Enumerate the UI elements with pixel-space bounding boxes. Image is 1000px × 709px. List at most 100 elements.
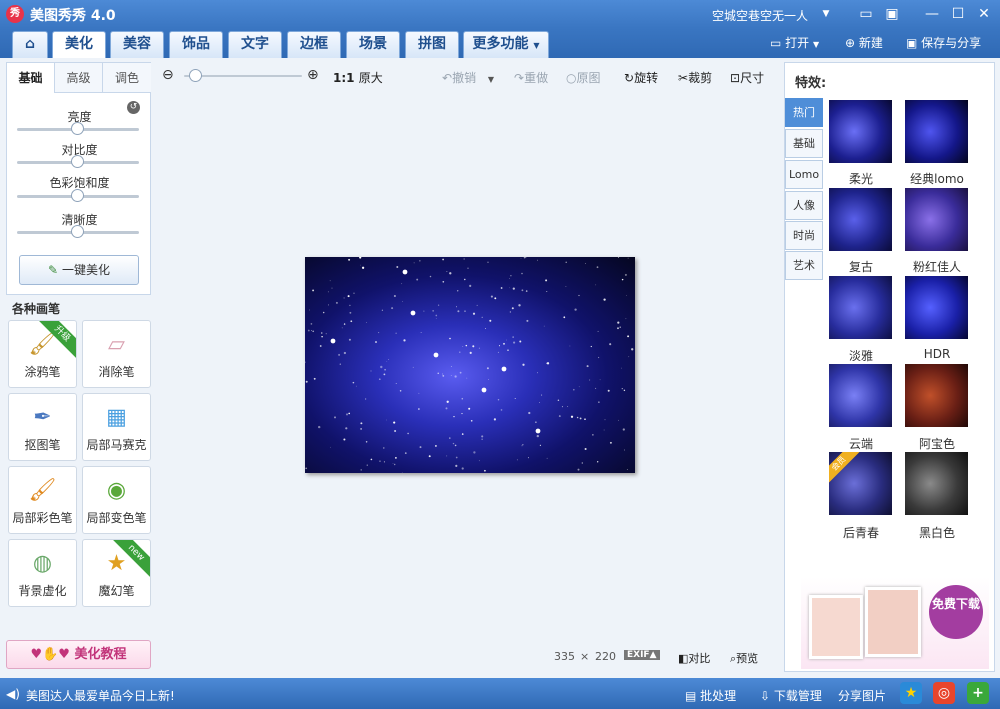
tab-text[interactable]: 文字 xyxy=(228,31,282,58)
paint-bucket-icon: ◉ xyxy=(106,478,127,503)
new-label: 新建 xyxy=(858,36,883,50)
undo-label: 撤销 xyxy=(452,71,477,85)
title-bar: 秀 美图秀秀 4.0 空城空巷空无一人 ▼ ▭ ▣ — ☐ ✕ xyxy=(0,0,1000,28)
effect-cat-fashion[interactable]: 时尚 xyxy=(785,221,823,250)
weibo-icon[interactable]: ◎ xyxy=(933,682,955,704)
minimize-icon[interactable]: — xyxy=(922,4,942,24)
effect-cat-art[interactable]: 艺术 xyxy=(785,251,823,280)
slider-knob[interactable] xyxy=(71,225,84,238)
contrast-slider[interactable] xyxy=(17,155,139,168)
chevron-down-icon: ▼ xyxy=(533,41,540,50)
user-name[interactable]: 空城空巷空无一人 xyxy=(712,7,808,24)
zoom-slider[interactable] xyxy=(184,69,302,82)
close-icon[interactable]: ✕ xyxy=(974,4,994,24)
effect-thumb-retro[interactable] xyxy=(829,188,892,251)
slider-knob[interactable] xyxy=(71,189,84,202)
qzone-icon[interactable]: ★ xyxy=(900,682,922,704)
tab-beautify[interactable]: 美化 xyxy=(52,31,106,58)
download-manager-button[interactable]: ⇩ 下载管理 xyxy=(760,687,822,704)
tab-more[interactable]: 更多功能 ▼ xyxy=(463,31,549,58)
skin-icon[interactable]: ▣ xyxy=(882,4,902,24)
brush-doodle[interactable]: 🖌 涂鸦笔 升级 xyxy=(8,320,77,388)
subtab-advanced[interactable]: 高级 xyxy=(55,63,103,93)
effect-cat-portrait[interactable]: 人像 xyxy=(785,191,823,220)
effect-thumb-youth[interactable]: 会员 xyxy=(829,452,892,515)
zoom-out-icon[interactable]: ⊖ xyxy=(162,67,174,83)
blur-icon: ◍ xyxy=(32,551,53,576)
image-height: 220 xyxy=(595,650,616,663)
saturation-slider[interactable] xyxy=(17,189,139,202)
exif-button[interactable]: EXIF▲ xyxy=(624,650,660,660)
brush-recolor[interactable]: ◉ 局部变色笔 xyxy=(82,466,151,534)
actual-size-button[interactable]: 1:1 原大 xyxy=(333,69,383,86)
maximize-icon[interactable]: ☐ xyxy=(948,4,968,24)
effect-thumb-hdr[interactable] xyxy=(905,276,968,339)
effect-thumb-classic-lomo[interactable] xyxy=(905,100,968,163)
effect-cat-basic[interactable]: 基础 xyxy=(785,129,823,158)
effect-thumb-bw[interactable] xyxy=(905,452,968,515)
effect-thumb-cloud[interactable] xyxy=(829,364,892,427)
effect-cat-hot[interactable]: 热门 xyxy=(785,98,823,127)
subtab-basic[interactable]: 基础 xyxy=(7,63,55,93)
home-tab[interactable]: ⌂ xyxy=(12,31,48,58)
undo-dropdown-icon: ▼ xyxy=(487,75,495,84)
share-image-label[interactable]: 分享图片 xyxy=(838,687,886,704)
effect-cat-lomo[interactable]: Lomo xyxy=(785,160,823,189)
brush-cutout[interactable]: ✒ 抠图笔 xyxy=(8,393,77,461)
original-button[interactable]: ○原图 xyxy=(566,69,601,86)
effect-thumb-elegant[interactable] xyxy=(829,276,892,339)
preview-button[interactable]: ⌕预览 xyxy=(730,650,758,666)
ad-banner[interactable]: 免费下载 xyxy=(801,577,989,669)
effect-thumb-soft-light[interactable] xyxy=(829,100,892,163)
save-share-button[interactable]: ▣ 保存与分享 xyxy=(906,34,981,51)
slider-knob[interactable] xyxy=(71,155,84,168)
zoom-knob[interactable] xyxy=(189,69,203,82)
effect-label: 粉红佳人 xyxy=(912,260,961,274)
tab-frame[interactable]: 边框 xyxy=(287,31,341,58)
message-icon[interactable]: ▭ xyxy=(856,4,876,24)
open-button[interactable]: ▭ 打开 ▼ xyxy=(770,34,819,51)
compare-button[interactable]: ◧对比 xyxy=(678,650,710,666)
compare-label: 对比 xyxy=(688,652,711,665)
brush-magic[interactable]: ★ 魔幻笔 new xyxy=(82,539,151,607)
tab-accessories[interactable]: 饰品 xyxy=(169,31,223,58)
free-download-button[interactable]: 免费下载 xyxy=(929,585,983,639)
effect-thumb-pink-lady[interactable] xyxy=(905,188,968,251)
batch-button[interactable]: ▤ 批处理 xyxy=(685,687,736,704)
starfield-image xyxy=(305,257,634,473)
crop-button[interactable]: ✂裁剪 xyxy=(678,69,712,86)
resize-button[interactable]: ⊡尺寸 xyxy=(730,69,764,86)
effect-label: 黑白色 xyxy=(918,526,955,540)
one-key-beautify-button[interactable]: ✎ 一键美化 xyxy=(19,255,139,285)
brush-mosaic[interactable]: ▦ 局部马赛克 xyxy=(82,393,151,461)
tab-scene[interactable]: 场景 xyxy=(346,31,400,58)
app-title: 美图秀秀 4.0 xyxy=(30,8,116,24)
user-dropdown-icon[interactable]: ▼ xyxy=(816,4,836,24)
effect-label: 经典lomo xyxy=(910,172,964,186)
brush-color[interactable]: 🖌 局部彩色笔 xyxy=(8,466,77,534)
rotate-button[interactable]: ↻旋转 xyxy=(624,69,658,86)
brightness-slider[interactable] xyxy=(17,122,139,135)
photo-canvas[interactable] xyxy=(305,257,635,473)
zoom-in-icon[interactable]: ⊕ xyxy=(307,67,319,83)
brush-bg-blur[interactable]: ◍ 背景虚化 xyxy=(8,539,77,607)
effect-label: HDR xyxy=(923,347,951,361)
resize-icon: ⊡ xyxy=(730,71,741,85)
effect-thumb-abao[interactable] xyxy=(905,364,968,427)
subtab-tone[interactable]: 调色 xyxy=(103,63,151,93)
new-button[interactable]: ⊕ 新建 xyxy=(845,34,883,51)
sharpness-slider[interactable] xyxy=(17,225,139,238)
folder-icon: ▭ xyxy=(770,36,782,50)
brush-label: 涂鸦笔 xyxy=(24,365,61,379)
undo-button[interactable]: ↶撤销 ▼ xyxy=(442,69,494,86)
brush-eraser[interactable]: ▱ 消除笔 xyxy=(82,320,151,388)
add-share-icon[interactable]: + xyxy=(967,682,989,704)
undo-icon: ↶ xyxy=(442,71,453,85)
tab-collage[interactable]: 拼图 xyxy=(405,31,459,58)
tutorial-button[interactable]: ♥✋♥ 美化教程 xyxy=(6,640,151,669)
slider-knob[interactable] xyxy=(71,122,84,135)
news-ticker[interactable]: 美图达人最爱单品今日上新! xyxy=(26,687,175,704)
effect-label: 后青春 xyxy=(842,526,879,540)
tab-cosmetic[interactable]: 美容 xyxy=(110,31,164,58)
redo-button[interactable]: ↷重做 xyxy=(514,69,548,86)
